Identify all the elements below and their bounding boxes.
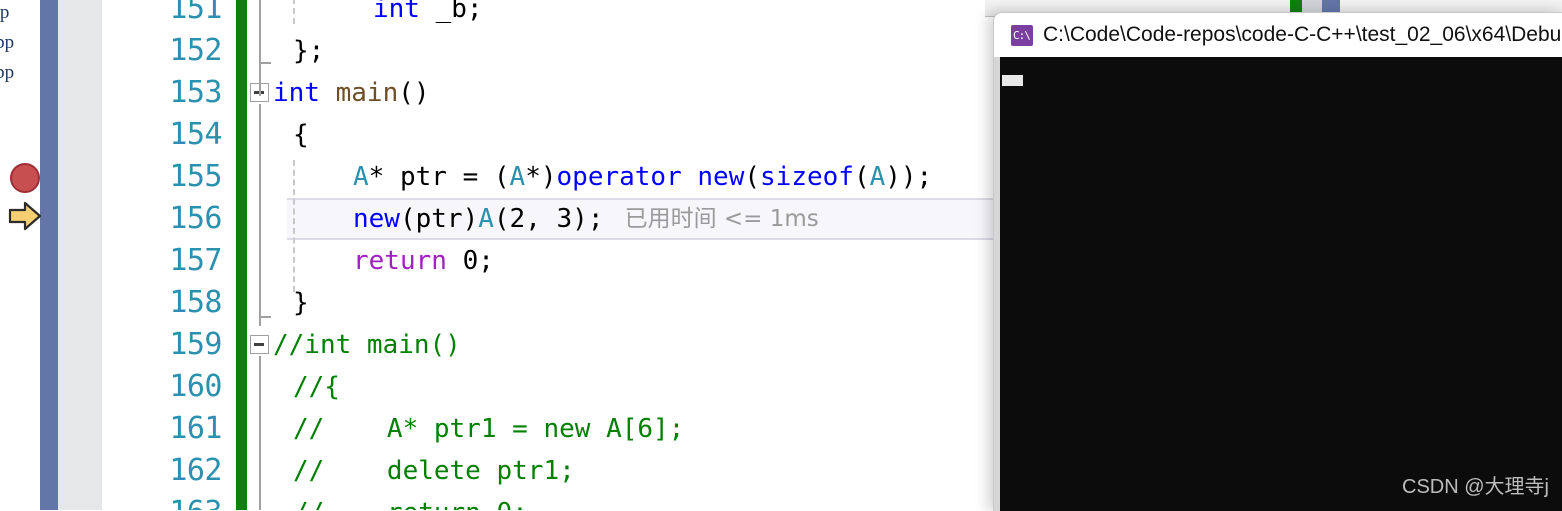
code-token: sizeof (760, 162, 854, 192)
code-token: A (478, 204, 494, 234)
code-token: new (353, 204, 400, 234)
code-line[interactable]: // return 0; (293, 492, 528, 510)
line-number: 161 (169, 411, 222, 446)
console-left-edge (994, 57, 1000, 511)
code-line[interactable]: //int main() (273, 324, 461, 366)
code-line[interactable]: // delete ptr1; (293, 450, 575, 492)
collapse-region-toggle[interactable] (250, 335, 269, 354)
code-token: (ptr) (399, 204, 479, 234)
code-token: }; (293, 36, 325, 66)
console-caret (1002, 75, 1023, 86)
console-window[interactable]: C:\Code\Code-repos\code-C-C++\test_02_06… (993, 12, 1562, 511)
indent-guide (293, 0, 295, 24)
csdn-watermark: CSDN @大理寺j (1402, 476, 1549, 498)
code-token: operator new (556, 162, 745, 192)
code-token: // return 0; (293, 498, 528, 510)
indent-guide (293, 160, 295, 292)
code-token: *) (525, 162, 557, 192)
line-number: 151 (169, 0, 222, 26)
code-token: ( (744, 162, 761, 192)
code-line[interactable]: { (293, 114, 309, 156)
code-token: int (273, 78, 320, 108)
line-number-gutter: 151 152 153 154 155 156 157 158 159 160 161 162 163 (102, 0, 234, 510)
line-number: 156 (169, 201, 222, 236)
line-number: 159 (169, 327, 222, 362)
breakpoint-gutter[interactable] (58, 0, 103, 510)
line-number: 158 (169, 285, 222, 320)
code-token: * ptr = ( (368, 162, 510, 192)
code-token: A (869, 162, 886, 192)
code-token: main (335, 78, 399, 108)
file-label[interactable]: .cpp (0, 32, 14, 54)
yellow-arrow-icon (8, 201, 42, 231)
breakpoint-circle-icon[interactable] (10, 163, 40, 193)
solution-file-strip: cpp .cpp .cpp t (0, 0, 40, 510)
code-token: A (509, 162, 526, 192)
saved-change-bar (236, 0, 247, 510)
code-token: // delete ptr1; (293, 456, 575, 486)
code-line[interactable]: return 0; (353, 240, 494, 282)
code-token: return (353, 246, 447, 276)
code-token: int (373, 0, 420, 24)
file-label[interactable]: cpp (0, 2, 9, 24)
code-token: ( (853, 162, 870, 192)
terminal-icon (1011, 24, 1033, 46)
code-line[interactable]: int main() (273, 72, 430, 114)
line-number: 160 (169, 369, 222, 404)
console-output-area[interactable]: CSDN @大理寺j (994, 57, 1562, 511)
outlining-elbow (259, 52, 271, 64)
code-token: A (353, 162, 369, 192)
code-token: () (398, 78, 430, 108)
code-line[interactable]: } (293, 282, 309, 324)
outlining-elbow (259, 306, 271, 318)
code-line[interactable]: new(ptr)A(2, 3); (353, 198, 603, 240)
line-number: 157 (169, 243, 222, 278)
code-line[interactable]: A* ptr = (A*)operator new(sizeof(A)); (353, 156, 932, 198)
line-number: 153 (169, 75, 222, 110)
code-token: { (293, 120, 309, 150)
elapsed-time-hint: 已用时间 <= 1ms (624, 206, 819, 232)
code-token: 0; (446, 246, 494, 276)
console-title: C:\Code\Code-repos\code-C-C++\test_02_06… (1043, 23, 1562, 46)
code-token: _b; (419, 0, 483, 24)
line-number: 163 (102, 492, 222, 510)
outlining-rule (259, 104, 261, 326)
code-line[interactable]: // A* ptr1 = new A[6]; (293, 408, 684, 450)
code-token: )); (885, 162, 933, 192)
outlining-rule (259, 356, 261, 510)
code-token: //int main() (273, 330, 461, 360)
line-number: 154 (169, 117, 222, 152)
line-number: 155 (169, 159, 222, 194)
code-token: (2, 3); (493, 204, 604, 234)
code-token: // A* ptr1 = new A[6]; (293, 414, 685, 444)
code-line[interactable]: int _b; (373, 0, 483, 30)
code-token: } (293, 288, 309, 318)
file-label[interactable]: .cpp (0, 62, 14, 84)
code-token: //{ (293, 372, 340, 402)
code-line[interactable]: }; (293, 30, 324, 72)
line-number: 152 (169, 33, 222, 68)
outlining-rule (259, 0, 261, 96)
console-titlebar[interactable]: C:\Code\Code-repos\code-C-C++\test_02_06… (994, 13, 1562, 57)
selection-accent-strip (40, 0, 58, 510)
line-number: 162 (169, 453, 222, 488)
code-line[interactable]: //{ (293, 366, 340, 408)
